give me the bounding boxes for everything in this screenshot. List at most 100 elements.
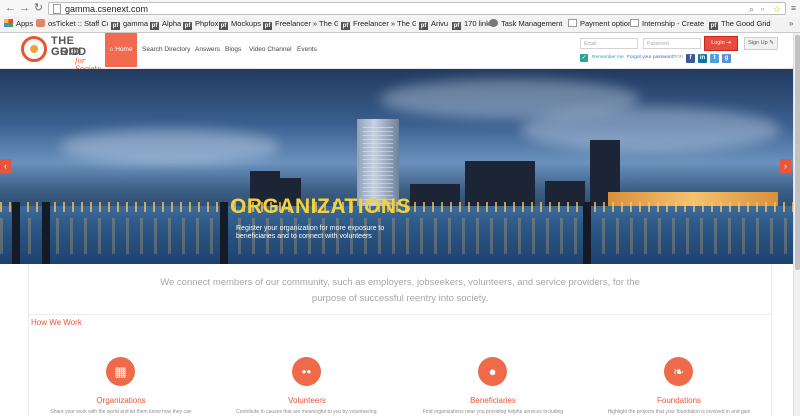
bookmark-freelancer-2[interactable]: pfFreelancer » The Go... bbox=[341, 18, 416, 30]
address-bar[interactable]: gamma.csenext.com ⌕ ▫ ☆ bbox=[48, 2, 786, 15]
browser-chrome: ← → ↻ gamma.csenext.com ⌕ ▫ ☆ ≡ Apps osT… bbox=[0, 0, 800, 33]
pier-post bbox=[42, 202, 50, 264]
bookmarks-overflow-icon[interactable]: » bbox=[789, 18, 793, 30]
facebook-icon[interactable]: f bbox=[686, 54, 695, 63]
feature-card-text: Contribute to causes that are meaningful… bbox=[236, 409, 378, 415]
nav-home-label: Home bbox=[115, 46, 133, 53]
bookmark-payment-options[interactable]: Payment options bbox=[568, 18, 636, 30]
feature-card-title[interactable]: Volunteers bbox=[232, 396, 382, 406]
home-icon: ⌂ bbox=[109, 46, 114, 53]
logo-mark-icon bbox=[21, 36, 47, 62]
login-label: Login bbox=[711, 40, 725, 46]
pf-icon: pf bbox=[452, 22, 461, 30]
search-icon[interactable]: ⌕ bbox=[749, 3, 754, 15]
signup-button[interactable]: Sign Up ✎ bbox=[744, 37, 778, 50]
back-icon[interactable]: ← bbox=[4, 2, 17, 15]
remember-me-checkbox[interactable]: ✓ bbox=[580, 54, 588, 62]
nav-answers[interactable]: Answers bbox=[195, 33, 220, 67]
feature-card-text: Share your work with the world and let t… bbox=[50, 409, 192, 415]
apps-grid-icon bbox=[4, 19, 13, 27]
pf-icon: pf bbox=[111, 22, 120, 30]
forgot-password-link[interactable]: Forgot your password? bbox=[627, 54, 676, 62]
nav-events[interactable]: Events bbox=[297, 33, 317, 67]
nav-blogs[interactable]: Blogs bbox=[225, 33, 241, 67]
login-arrow-icon: ⇥ bbox=[726, 40, 731, 46]
pf-icon: pf bbox=[183, 22, 192, 30]
bookmark-apps[interactable]: Apps bbox=[4, 18, 33, 30]
url-text[interactable]: gamma.csenext.com bbox=[65, 3, 148, 15]
slider-prev-icon[interactable]: ‹ bbox=[0, 159, 11, 173]
people-icon: ●● bbox=[292, 357, 321, 386]
section-divider bbox=[28, 314, 772, 315]
address-bar-row: ← → ↻ gamma.csenext.com ⌕ ▫ ☆ ≡ bbox=[0, 0, 800, 17]
reload-icon[interactable]: ↻ bbox=[32, 2, 45, 15]
pf-icon: pf bbox=[709, 22, 718, 30]
content-border-right bbox=[771, 264, 772, 416]
hero-slider: ‹ › ORGANIZATIONS Register your organiza… bbox=[0, 69, 800, 264]
feature-card-text: Highlight the projects that your foundat… bbox=[607, 409, 751, 415]
bookmark-alpha[interactable]: pf Alpha bbox=[150, 18, 181, 30]
building-icon: ▦ bbox=[106, 357, 135, 386]
person-icon: ● bbox=[478, 357, 507, 386]
star-icon[interactable]: ☆ bbox=[773, 3, 781, 15]
password-field[interactable]: Password bbox=[643, 38, 701, 49]
email-field[interactable]: Email bbox=[580, 38, 638, 49]
twitter-icon[interactable]: t bbox=[710, 54, 719, 63]
skyline-building bbox=[465, 161, 535, 206]
feature-card-title[interactable]: Beneficiaries bbox=[418, 396, 568, 406]
scrollbar-thumb[interactable] bbox=[795, 35, 800, 270]
pf-icon: pf bbox=[219, 22, 228, 30]
feature-card-title[interactable]: Organizations bbox=[46, 396, 196, 406]
signup-label: Sign Up bbox=[748, 40, 768, 46]
slider-next-icon[interactable]: › bbox=[780, 159, 791, 173]
bookmark-freelancer-1[interactable]: pfFreelancer » The Go... bbox=[263, 18, 338, 30]
edit-icon: ✎ bbox=[769, 40, 774, 46]
page-icon bbox=[630, 19, 639, 27]
page-scrollbar[interactable] bbox=[793, 33, 800, 416]
hero-cloud bbox=[60, 129, 280, 164]
pier-post bbox=[220, 202, 228, 264]
bookmark-170-link[interactable]: pf 170 link bbox=[452, 18, 490, 30]
nav-home[interactable]: ⌂ Home bbox=[105, 33, 137, 67]
pf-icon: pf bbox=[150, 22, 159, 30]
task-icon bbox=[489, 19, 498, 27]
browser-menu-icon[interactable]: ≡ bbox=[789, 2, 798, 14]
page-icon bbox=[53, 4, 61, 14]
or-label: OR bbox=[676, 55, 684, 60]
login-button[interactable]: Login ⇥ bbox=[704, 36, 738, 51]
pf-icon: pf bbox=[341, 22, 350, 30]
forward-icon[interactable]: → bbox=[18, 2, 31, 15]
linkedin-icon[interactable]: in bbox=[698, 54, 707, 63]
bookmark-the-good-grid[interactable]: pf The Good Grid bbox=[709, 18, 771, 30]
site-logo[interactable]: THE GOOD GRID for Society bbox=[21, 36, 107, 73]
page-action-icon[interactable]: ▫ bbox=[761, 3, 764, 15]
bookmark-internship[interactable]: Internship - Create ... bbox=[630, 18, 705, 30]
site-header: THE GOOD GRID for Society ⌂ Home Search … bbox=[0, 33, 800, 73]
bookmark-phpfox[interactable]: pf Phpfox bbox=[183, 18, 218, 30]
ticket-icon bbox=[36, 19, 45, 27]
hero-title: ORGANIZATIONS bbox=[230, 195, 412, 218]
bookmark-osticket[interactable]: osTicket :: Staff Con... bbox=[36, 18, 108, 30]
google-icon[interactable]: g bbox=[722, 54, 731, 63]
bookmark-arivu[interactable]: pf Arivu bbox=[419, 18, 448, 30]
pier-post bbox=[12, 202, 20, 264]
bookmark-task-management[interactable]: Task Management S... bbox=[489, 18, 564, 30]
pf-icon: pf bbox=[263, 22, 272, 30]
intro-text: We connect members of our community, suc… bbox=[160, 277, 640, 304]
pf-icon: pf bbox=[419, 22, 428, 30]
content-border-left bbox=[28, 264, 29, 416]
bookmarks-bar: Apps osTicket :: Staff Con... pfgamma pf… bbox=[0, 17, 800, 32]
feature-card-text: Find organizations near you providing he… bbox=[422, 409, 564, 415]
remember-me-label: Remember me bbox=[592, 55, 624, 60]
feature-card-title[interactable]: Foundations bbox=[604, 396, 754, 406]
nav-video-channel[interactable]: Video Channel bbox=[249, 33, 292, 67]
hero-cloud bbox=[520, 107, 780, 152]
page-icon bbox=[568, 19, 577, 27]
leaf-icon: ❧ bbox=[664, 357, 693, 386]
bookmark-mockups[interactable]: pf Mockups bbox=[219, 18, 261, 30]
how-we-work-heading: How We Work bbox=[31, 318, 82, 327]
water-reflection bbox=[0, 218, 800, 254]
nav-search-directory[interactable]: Search Directory bbox=[142, 33, 190, 67]
pier-post bbox=[583, 202, 591, 264]
bookmark-gamma[interactable]: pf gamma bbox=[111, 18, 148, 30]
